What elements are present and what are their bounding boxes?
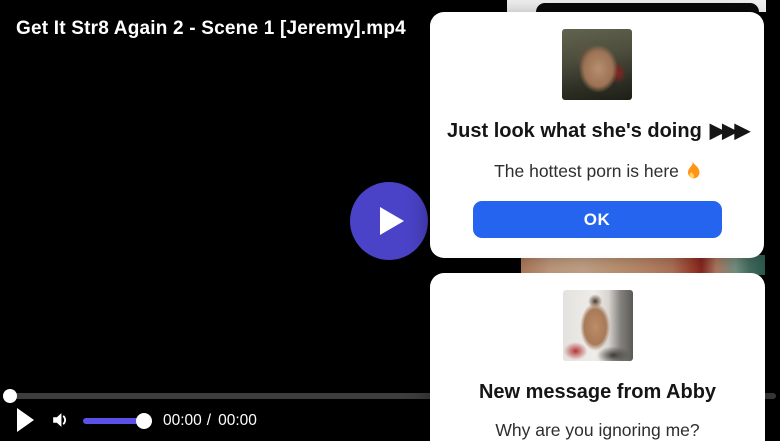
play-button[interactable] (17, 408, 34, 432)
video-player-page: Get It Str8 Again 2 - Scene 1 [Jeremy].m… (0, 0, 780, 441)
volume-button[interactable] (49, 409, 72, 431)
popup-subtitle-text: The hottest porn is here (494, 161, 679, 181)
time-separator: / (207, 412, 211, 429)
popup-subtitle: The hottest porn is here (430, 161, 764, 181)
background-panel-top (507, 0, 766, 12)
popup-title: Just look what she's doing ▶▶▶ (430, 119, 764, 143)
popup-title-text: Just look what she's doing (447, 120, 702, 142)
popup-message-abby[interactable]: New message from Abby Why are you ignori… (430, 273, 765, 441)
ok-button[interactable]: OK (473, 201, 722, 238)
volume-slider[interactable] (83, 418, 150, 424)
player-controls: 00:00 / 00:00 (0, 403, 430, 441)
time-display: 00:00 / 00:00 (163, 412, 257, 430)
play-icon (17, 408, 34, 432)
current-time: 00:00 (163, 412, 202, 429)
popup-title: New message from Abby (430, 380, 765, 404)
big-play-button[interactable] (350, 182, 428, 260)
triple-play-arrows: ▶▶▶ (710, 120, 747, 142)
popup-message-text: Why are you ignoring me? (430, 420, 765, 440)
fire-icon (685, 161, 700, 179)
seekbar-thumb[interactable] (3, 389, 17, 403)
popup-photo-thumbnail[interactable] (563, 290, 633, 361)
volume-slider-thumb[interactable] (136, 413, 152, 429)
video-title: Get It Str8 Again 2 - Scene 1 [Jeremy].m… (16, 18, 406, 40)
popup-ad-offer[interactable]: Just look what she's doing ▶▶▶ The hottes… (430, 12, 764, 258)
volume-low-icon (49, 409, 72, 431)
background-card-top-edge (536, 3, 759, 12)
duration: 00:00 (218, 412, 257, 429)
play-icon (379, 206, 405, 236)
popup-photo-thumbnail[interactable] (562, 29, 632, 100)
background-thumbnail-strip (521, 255, 765, 275)
